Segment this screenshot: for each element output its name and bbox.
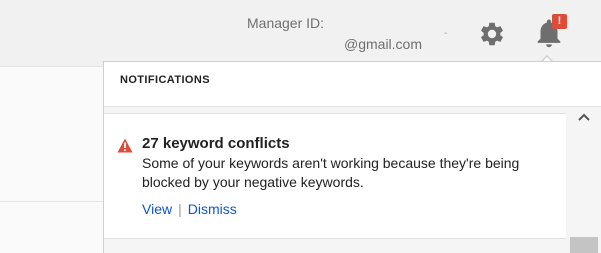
page: Manager ID: @gmail.com - ! NOTIFICATIONS [0,0,601,253]
notification-title: 27 keyword conflicts [142,135,290,152]
notification-message: Some of your keywords aren't working bec… [142,155,520,190]
account-separator: - [444,28,448,39]
left-content-area [0,67,103,253]
gear-icon [481,22,503,46]
chevron-up-icon[interactable] [575,109,593,127]
scrollbar-thumb[interactable] [570,237,598,253]
manager-id-label: Manager ID: [247,15,325,31]
notification-item: 27 keyword conflicts Some of your keywor… [104,113,566,239]
notifications-title: NOTIFICATIONS [120,74,210,86]
top-bar: Manager ID: @gmail.com - ! [0,0,601,67]
notification-badge: ! [552,14,567,29]
notifications-list: 27 keyword conflicts Some of your keywor… [104,107,601,253]
notifications-panel: NOTIFICATIONS 27 keyword conflicts Some … [103,61,601,253]
account-email: @gmail.com [344,36,423,52]
view-link[interactable]: View [142,201,172,217]
warning-icon [117,138,133,153]
left-divider [0,201,103,202]
notification-actions: View | Dismiss [142,201,237,217]
action-separator: | [178,201,182,217]
dismiss-link[interactable]: Dismiss [188,201,237,217]
notifications-header: NOTIFICATIONS [104,62,601,107]
notifications-scrollbar[interactable] [568,107,601,253]
settings-button[interactable] [478,20,506,48]
